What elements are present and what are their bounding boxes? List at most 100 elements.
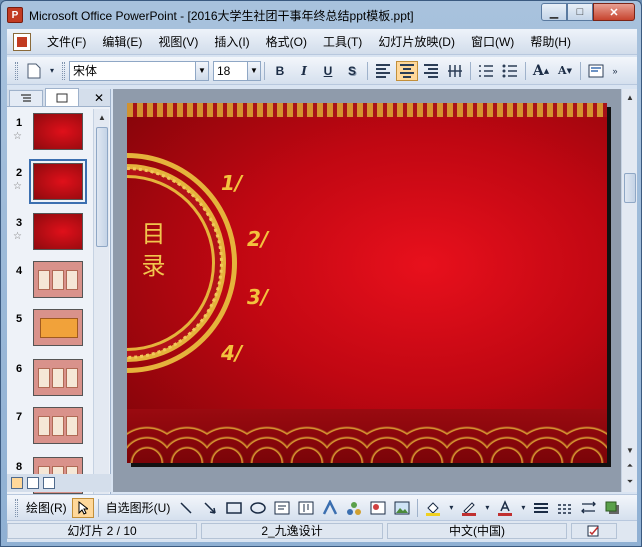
- main-scrollbar[interactable]: ▲ ▼ ⏶ ⏷: [621, 89, 637, 492]
- tab-slides[interactable]: [45, 88, 79, 106]
- chevron-down-icon[interactable]: ▼: [195, 61, 208, 80]
- numbering-button[interactable]: [475, 61, 497, 81]
- line-color-button[interactable]: [458, 498, 480, 518]
- slide-thumbnail[interactable]: [33, 113, 83, 150]
- shadow-style-button[interactable]: [602, 498, 624, 518]
- font-size-combo[interactable]: 18 ▼: [213, 60, 261, 81]
- slide-thumbnail[interactable]: [33, 261, 83, 298]
- scroll-up-icon[interactable]: ▲: [623, 89, 637, 105]
- slide-thumbnail-row[interactable]: 2 ☆: [7, 159, 93, 207]
- previous-slide-icon[interactable]: ⏶: [623, 458, 637, 474]
- chevron-down-icon[interactable]: ▼: [247, 61, 260, 80]
- menu-view[interactable]: 视图(V): [150, 33, 206, 50]
- menu-tools[interactable]: 工具(T): [315, 33, 370, 50]
- textbox-tool-button[interactable]: [271, 498, 293, 518]
- slide-thumbnail-row[interactable]: 5: [7, 307, 93, 353]
- new-document-button[interactable]: [23, 61, 45, 81]
- font-name-combo[interactable]: 宋体 ▼: [69, 60, 209, 81]
- dash-style-button[interactable]: [554, 498, 576, 518]
- toc-item-4[interactable]: 4/: [221, 341, 242, 365]
- spelling-check-icon[interactable]: [571, 522, 617, 539]
- menu-insert[interactable]: 插入(I): [206, 33, 257, 50]
- italic-button[interactable]: I: [293, 61, 315, 81]
- menu-window[interactable]: 窗口(W): [463, 33, 522, 50]
- distributed-align-button[interactable]: [444, 61, 466, 81]
- oval-tool-button[interactable]: [247, 498, 269, 518]
- font-color-dropdown[interactable]: ▾: [518, 498, 528, 518]
- slide-sorter-button[interactable]: [27, 477, 39, 489]
- slide-design-button[interactable]: [585, 61, 607, 81]
- select-pointer-button[interactable]: [71, 497, 94, 518]
- slide-thumbnail[interactable]: [33, 359, 83, 396]
- slide-thumbnail-row[interactable]: 4: [7, 259, 93, 305]
- fill-color-dropdown[interactable]: ▾: [446, 498, 456, 518]
- menu-help[interactable]: 帮助(H): [522, 33, 579, 50]
- panel-scrollbar[interactable]: ▲ ▼: [93, 109, 109, 514]
- rectangle-tool-button[interactable]: [223, 498, 245, 518]
- slideshow-view-button[interactable]: [43, 477, 55, 489]
- maximize-icon: □: [576, 6, 584, 18]
- slide-thumbnail-row[interactable]: 6: [7, 357, 93, 403]
- normal-view-button[interactable]: [11, 477, 23, 489]
- toc-item-1[interactable]: 1/: [221, 171, 242, 195]
- slide-thumbnail[interactable]: [33, 407, 83, 444]
- arrow-style-button[interactable]: [578, 498, 600, 518]
- slide-thumbnail-row[interactable]: 3 ☆: [7, 211, 93, 257]
- toolbar-grip[interactable]: [15, 498, 18, 517]
- slide-thumbnail-row[interactable]: 1 ☆: [7, 111, 93, 157]
- maximize-button[interactable]: □: [567, 3, 593, 21]
- menu-format[interactable]: 格式(O): [258, 33, 315, 50]
- toolbar-grip-2[interactable]: [62, 61, 65, 80]
- scrollbar-thumb[interactable]: [624, 173, 636, 203]
- current-slide[interactable]: 目录 1/ 2/ 3/ 4/: [127, 103, 607, 463]
- underline-button[interactable]: U: [317, 61, 339, 81]
- toolbar-grip[interactable]: [15, 61, 18, 80]
- line-tool-button[interactable]: [175, 498, 197, 518]
- align-right-button[interactable]: [420, 61, 442, 81]
- line-color-dropdown[interactable]: ▾: [482, 498, 492, 518]
- draw-menu-button[interactable]: 绘图(R): [26, 499, 67, 516]
- toolbar-overflow-button[interactable]: »: [609, 61, 621, 81]
- arrow-tool-button[interactable]: [199, 498, 221, 518]
- next-slide-icon[interactable]: ⏷: [623, 474, 637, 490]
- toolbar-options-button[interactable]: ▾: [47, 61, 57, 81]
- wordart-button[interactable]: [319, 498, 341, 518]
- vertical-textbox-button[interactable]: [295, 498, 317, 518]
- bold-button[interactable]: B: [269, 61, 291, 81]
- toc-item-3[interactable]: 3/: [247, 285, 268, 309]
- diagram-button[interactable]: [343, 498, 365, 518]
- slide-thumbnail[interactable]: [29, 159, 87, 204]
- align-left-button[interactable]: [372, 61, 394, 81]
- close-button[interactable]: ✕: [593, 3, 635, 21]
- menu-slideshow[interactable]: 幻灯片放映(D): [370, 33, 463, 50]
- bullets-button[interactable]: [499, 61, 521, 81]
- title-bar[interactable]: P Microsoft Office PowerPoint - [2016大学生…: [1, 1, 641, 29]
- scroll-down-icon[interactable]: ▼: [623, 442, 637, 458]
- decrease-font-button[interactable]: A ▼: [554, 61, 576, 81]
- increase-font-button[interactable]: A ▲: [530, 61, 552, 81]
- align-center-button[interactable]: [396, 60, 418, 81]
- toc-item-2[interactable]: 2/: [247, 227, 268, 251]
- shadow-button[interactable]: S: [341, 61, 363, 81]
- document-icon[interactable]: [13, 32, 31, 51]
- font-color-button[interactable]: [494, 498, 516, 518]
- tab-outline[interactable]: [9, 90, 43, 106]
- slide-toc-title[interactable]: 目录: [137, 221, 165, 285]
- scrollbar-thumb[interactable]: [96, 127, 108, 247]
- close-icon[interactable]: ✕: [94, 91, 104, 105]
- animation-star-icon: ☆: [13, 231, 22, 242]
- minimize-button[interactable]: ▁: [541, 3, 567, 21]
- scroll-up-icon[interactable]: ▲: [95, 109, 109, 125]
- line-style-button[interactable]: [530, 498, 552, 518]
- insert-picture-button[interactable]: [391, 498, 413, 518]
- slide-thumbnail[interactable]: [33, 213, 83, 250]
- clipart-button[interactable]: [367, 498, 389, 518]
- slide-thumbnail[interactable]: [33, 309, 83, 346]
- fill-color-button[interactable]: [422, 498, 444, 518]
- menu-file[interactable]: 文件(F): [39, 33, 94, 50]
- autoshapes-menu-button[interactable]: 自选图形(U): [106, 499, 171, 516]
- powerpoint-app-icon[interactable]: P: [7, 7, 23, 23]
- menu-edit[interactable]: 编辑(E): [94, 33, 150, 50]
- font-color-icon: [498, 499, 513, 516]
- slide-thumbnail-row[interactable]: 7: [7, 405, 93, 451]
